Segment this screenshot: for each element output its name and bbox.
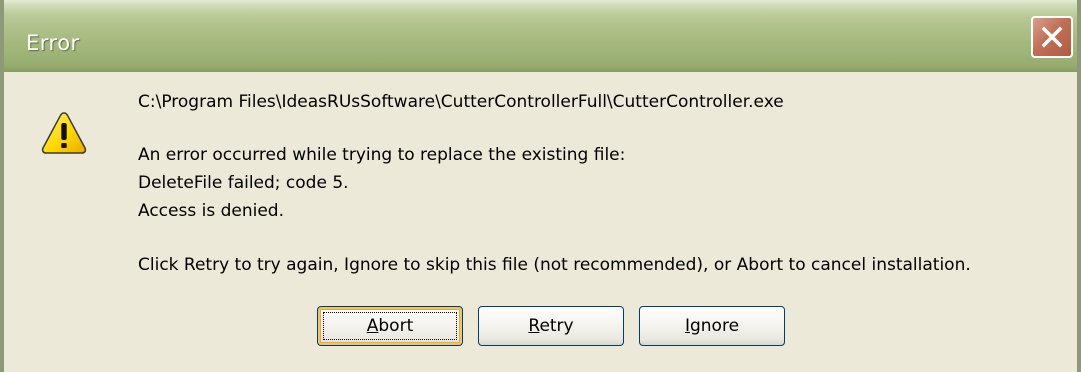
close-icon bbox=[1041, 26, 1063, 48]
error-dialog: Error C:\Program Files\IdeasRUsSoftware\… bbox=[0, 0, 1081, 372]
instruction-text: Click Retry to try again, Ignore to skip… bbox=[138, 255, 971, 275]
window-title: Error bbox=[26, 31, 80, 55]
ignore-button[interactable]: Ignore bbox=[639, 306, 785, 346]
title-bar[interactable]: Error bbox=[4, 0, 1077, 72]
abort-button-label: Abort bbox=[366, 316, 414, 336]
ignore-button-label: Ignore bbox=[684, 316, 740, 336]
error-line-2: DeleteFile failed; code 5. bbox=[138, 173, 349, 193]
abort-button[interactable]: Abort bbox=[317, 306, 463, 346]
file-path: C:\Program Files\IdeasRUsSoftware\Cutter… bbox=[138, 92, 784, 112]
warning-icon bbox=[41, 112, 87, 154]
retry-button-label: Retry bbox=[528, 316, 574, 336]
retry-button[interactable]: Retry bbox=[478, 306, 624, 346]
close-button[interactable] bbox=[1031, 16, 1073, 58]
error-line-1: An error occurred while trying to replac… bbox=[138, 145, 626, 165]
error-line-3: Access is denied. bbox=[138, 201, 284, 221]
